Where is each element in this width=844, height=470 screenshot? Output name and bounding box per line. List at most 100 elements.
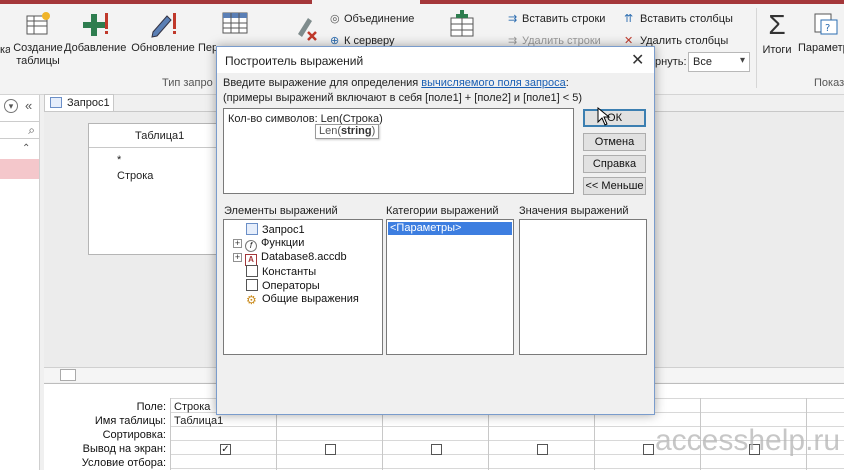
help-button[interactable]: Справка [583, 155, 646, 173]
update-pencil-icon [151, 13, 176, 38]
grid-col1-field[interactable]: Строка [174, 401, 210, 413]
parameters-button[interactable]: ? Параметр [798, 10, 844, 55]
show-checkbox-col2[interactable] [325, 444, 336, 455]
expression-builder-dialog: Построитель выражений ✕ Введите выражени… [216, 46, 655, 415]
grid-label-table: Имя таблицы: [94, 415, 166, 427]
tree-item-label: Общие выражения [262, 293, 359, 305]
table-icon [222, 12, 248, 34]
expression-categories-list[interactable]: <Параметры> [386, 219, 514, 355]
expand-icon[interactable]: + [233, 253, 242, 262]
collapse-pane-icon[interactable]: « [25, 98, 32, 113]
tree-item-operators[interactable]: Операторы [246, 279, 320, 292]
show-checkbox-col3[interactable] [431, 444, 442, 455]
nav-selected-item[interactable] [0, 159, 39, 179]
function-tooltip: Len(string) [315, 124, 380, 139]
union-icon: ◎ [330, 13, 340, 25]
tab-query1-label: Запрос1 [67, 97, 110, 109]
partial-ribbon-button[interactable]: ка [0, 44, 10, 57]
insert-rows-button[interactable]: ⇉ Вставить строки [508, 12, 605, 25]
tree-item-query1[interactable]: Запрос1 [246, 223, 305, 236]
insert-columns-label: Вставить столбцы [640, 13, 733, 25]
categories-header: Категории выражений [386, 205, 499, 217]
expression-values-list[interactable] [519, 219, 647, 355]
partial-button-label: ка [0, 44, 10, 56]
less-button[interactable]: << Меньше [583, 177, 646, 195]
nav-search-box[interactable]: ⌕ [0, 121, 39, 139]
parameters-icon: ? [814, 13, 838, 35]
return-select[interactable]: Все ▾ [688, 52, 750, 72]
gear-icon: ⚙ [246, 293, 257, 307]
grid-label-field: Поле: [136, 401, 166, 413]
table-field-list[interactable]: Таблица1 * Строка [88, 123, 220, 255]
expand-icon[interactable]: + [233, 239, 242, 248]
watermark-text: accesshelp.ru [655, 424, 841, 457]
union-button[interactable]: ◎ Объединение [330, 12, 414, 25]
cancel-button[interactable]: Отмена [583, 133, 646, 151]
create-table-button[interactable]: Создание таблицы [12, 10, 64, 68]
tree-item-database[interactable]: + A Database8.accdb [233, 251, 347, 266]
dialog-title: Построитель выражений [225, 54, 364, 68]
table-title: Таблица1 [135, 130, 185, 142]
union-label: Объединение [344, 13, 415, 25]
grid-label-show: Вывод на экран: [82, 443, 166, 455]
tooltip-func: Len( [319, 125, 342, 137]
insert-columns-button[interactable]: ⇈ Вставить столбцы [624, 12, 733, 25]
update-label: Обновление [131, 42, 195, 54]
insert-rows-label: Вставить строки [522, 13, 606, 25]
insert-columns-icon: ⇈ [624, 13, 634, 25]
return-select-value: Все [693, 56, 712, 68]
expression-elements-tree[interactable]: Запрос1 + f Функции + A Database8.accdb Конс… [223, 219, 383, 355]
navigation-pane: ▾ « ⌕ ⌃ [0, 95, 40, 470]
table-grid-icon [220, 8, 250, 42]
ribbon-accent-bar [0, 0, 844, 4]
close-icon[interactable]: ✕ [631, 50, 644, 70]
expression-input[interactable]: Кол-во символов: Len(Строка) Len(string) [223, 108, 574, 194]
show-checkbox-col4[interactable] [537, 444, 548, 455]
calculated-field-link[interactable]: вычисляемого поля запроса [421, 77, 565, 89]
query-icon [50, 97, 62, 108]
nav-menu-chevron-icon[interactable]: ▾ [4, 99, 18, 113]
ribbon-separator [756, 8, 757, 88]
grid-label-criteria: Условие отбора: [81, 457, 166, 469]
table-header[interactable]: Таблица1 [89, 124, 219, 148]
grid-col1-table[interactable]: Таблица1 [174, 415, 223, 427]
values-header: Значения выражений [519, 205, 629, 217]
folder-icon [246, 279, 258, 291]
search-icon: ⌕ [28, 123, 35, 137]
tree-item-functions[interactable]: + f Функции [233, 237, 304, 252]
group-show-label: Показ [814, 77, 844, 89]
tooltip-arg: string [341, 125, 372, 137]
tab-query1[interactable]: Запрос1 [44, 94, 114, 111]
tree-item-label: Запрос1 [262, 224, 305, 236]
crosstab-label: Пер [198, 42, 216, 54]
tree-item-label: Database8.accdb [261, 251, 347, 263]
instruction-prefix: Введите выражение для определения [223, 77, 422, 89]
append-icon [83, 13, 108, 36]
field-stroka[interactable]: Строка [117, 170, 153, 182]
svg-text:?: ? [825, 23, 830, 34]
tree-item-constants[interactable]: Константы [246, 265, 316, 278]
tooltip-close: ) [371, 125, 376, 137]
field-all[interactable]: * [117, 154, 121, 166]
expand-up-icon[interactable]: ⌃ [22, 143, 30, 154]
dialog-examples: (примеры выражений включают в себя [поле… [223, 92, 583, 104]
active-tab-gap [312, 0, 420, 4]
crosstab-button[interactable]: Пер [198, 10, 216, 55]
elements-header: Элементы выражений [224, 205, 338, 217]
append-button[interactable]: Добавление [64, 10, 126, 55]
grid-plus-icon [450, 10, 474, 37]
dialog-titlebar[interactable]: Построитель выражений ✕ [217, 47, 654, 73]
update-button[interactable]: Обновление [130, 10, 196, 55]
parameters-label: Параметр [798, 42, 844, 54]
delete-query-icon[interactable] [296, 14, 320, 42]
show-checkbox-col5[interactable] [643, 444, 654, 455]
query-icon [246, 223, 258, 235]
tree-item-label: Функции [261, 237, 305, 249]
show-checkbox-col1[interactable]: ✓ [220, 444, 231, 455]
scrollbar-thumb[interactable] [60, 369, 76, 381]
return-label: рнуть: [655, 56, 687, 68]
totals-button[interactable]: Σ Итоги [758, 10, 796, 57]
category-item-parameters[interactable]: <Параметры> [388, 222, 512, 235]
append-label: Добавление [64, 42, 127, 54]
tree-item-common-expressions[interactable]: ⚙ Общие выражения [246, 293, 359, 306]
